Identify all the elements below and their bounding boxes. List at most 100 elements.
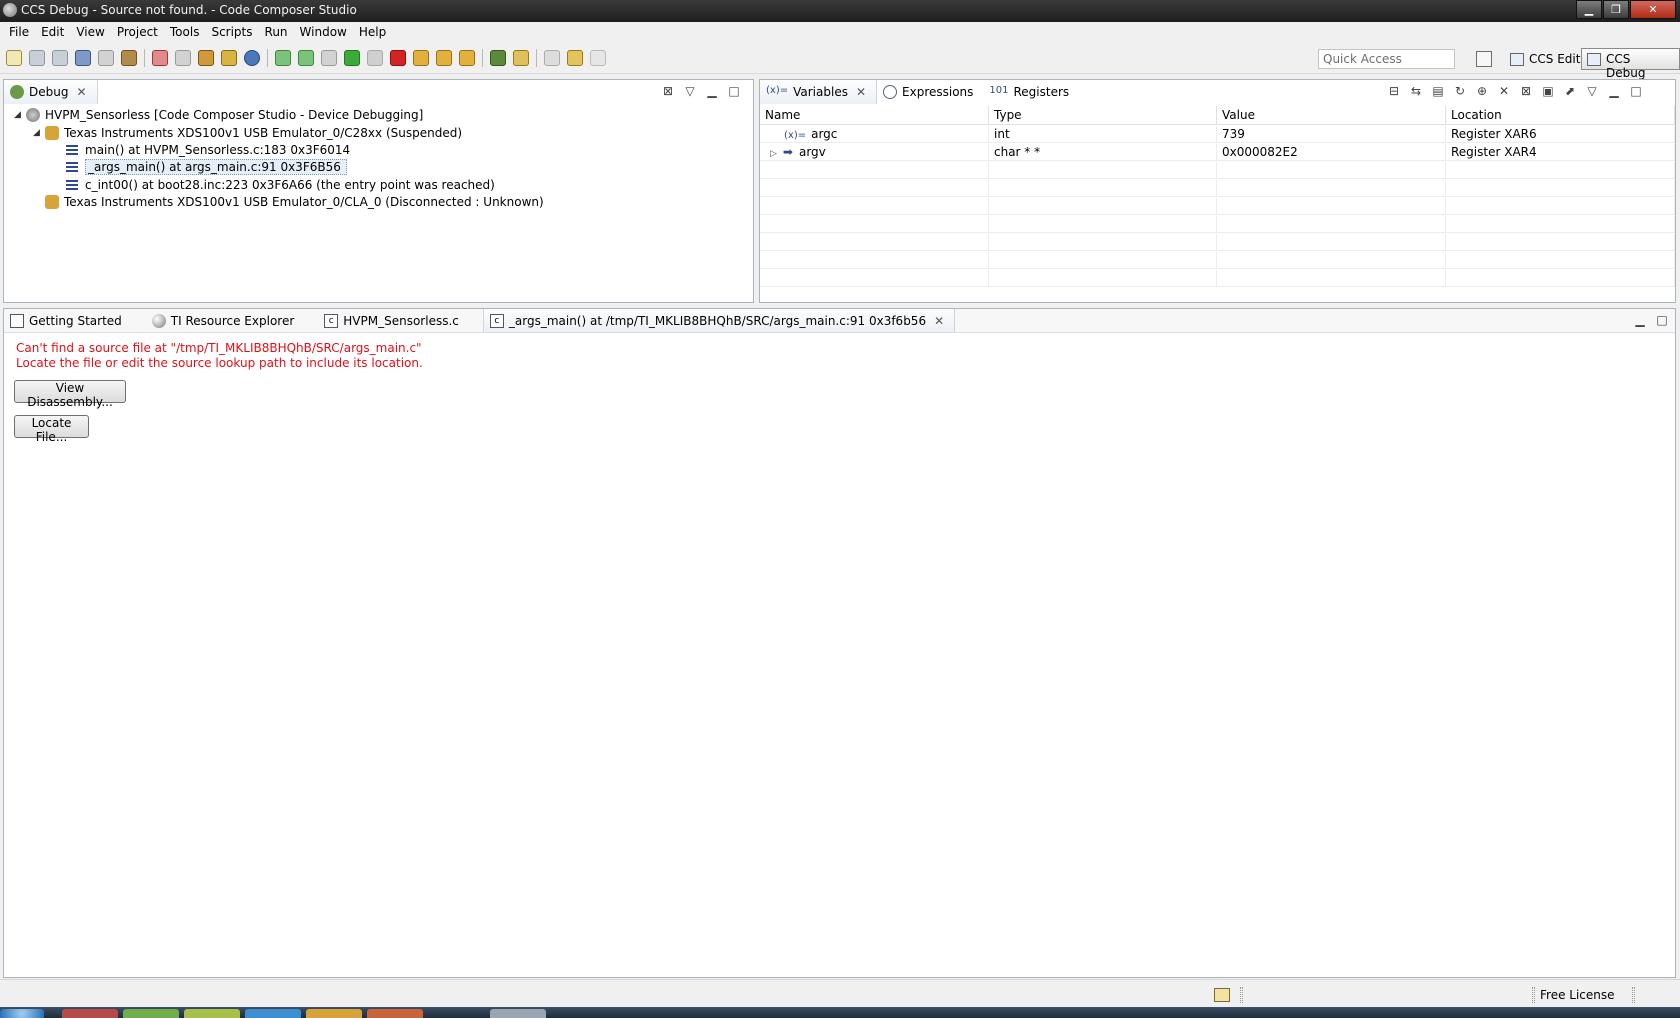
new-icon[interactable] (6, 50, 22, 66)
run-to-icon[interactable] (244, 50, 260, 66)
taskbar-app[interactable] (306, 1009, 362, 1018)
expand-icon[interactable]: ▷ (770, 149, 777, 159)
editor-area: Getting Started TI Resource Explorer c H… (3, 308, 1676, 978)
menu-help[interactable]: Help (353, 22, 392, 42)
locate-file-button[interactable]: Locate File... (14, 415, 89, 444)
maximize-icon[interactable]: □ (1628, 84, 1644, 100)
view-menu-icon[interactable]: ▽ (682, 84, 698, 100)
column-value[interactable]: Value (1217, 106, 1446, 124)
menu-tools[interactable]: Tools (164, 22, 206, 42)
open-perspective-icon[interactable] (1476, 51, 1492, 67)
minimize-icon[interactable]: ▁ (1632, 313, 1648, 329)
suspend-icon[interactable] (367, 50, 383, 66)
remove-launch-icon[interactable]: ⊠ (660, 84, 676, 100)
tab-getting-started[interactable]: Getting Started (4, 309, 132, 332)
tree-item-target-cla[interactable]: Texas Instruments XDS100v1 USB Emulator_… (45, 193, 544, 210)
collapse-all-icon[interactable]: ⊟ (1386, 84, 1402, 100)
view-disassembly-button[interactable]: View Disassembly... (14, 380, 126, 409)
tree-item-target-c28xx[interactable]: ◢ Texas Instruments XDS100v1 USB Emulato… (33, 124, 462, 141)
expressions-icon (883, 85, 898, 99)
remove-all-icon[interactable]: ⊠ (1518, 84, 1534, 100)
stack-frame-main[interactable]: main() at HVPM_Sensorless.c:183 0x3F6014 (66, 141, 350, 158)
stack-frame-c-int00[interactable]: c_int00() at boot28.inc:223 0x3F6A66 (th… (66, 176, 495, 193)
table-row (760, 270, 1675, 287)
remove-terminated-icon[interactable] (152, 50, 168, 66)
menu-view[interactable]: View (70, 22, 110, 42)
show-logical-structure-icon[interactable]: ▤ (1430, 84, 1446, 100)
close-icon[interactable]: ✕ (76, 85, 86, 99)
menu-edit[interactable]: Edit (35, 22, 70, 42)
table-row[interactable]: ▷ ➡ argv char * * 0x000082E2 Register XAR4 (760, 144, 1675, 161)
menu-window[interactable]: Window (294, 22, 353, 42)
view-menu-icon[interactable]: ▽ (1584, 84, 1600, 100)
taskbar-app[interactable] (367, 1009, 423, 1018)
step-into-icon[interactable] (275, 50, 291, 66)
reset-icon[interactable] (459, 50, 475, 66)
start-button[interactable] (0, 1009, 44, 1018)
column-type[interactable]: Type (989, 106, 1217, 124)
perspective-ccs-debug[interactable]: CCS Debug (1581, 48, 1680, 80)
menu-file[interactable]: File (3, 22, 35, 42)
bug-icon[interactable] (490, 50, 506, 66)
new-view-icon[interactable]: ▣ (1540, 84, 1556, 100)
taskbar-app[interactable] (245, 1009, 301, 1018)
forward-arrow-icon[interactable] (590, 50, 606, 66)
minimize-icon[interactable]: ▁ (704, 84, 720, 100)
column-name[interactable]: Name (760, 106, 989, 124)
menu-project[interactable]: Project (111, 22, 164, 42)
minimize-icon[interactable]: ▁ (1606, 84, 1622, 100)
restore-window-button[interactable]: ❐ (1603, 0, 1629, 19)
debug-config-icon[interactable] (75, 50, 91, 66)
tab-hvpm-sensorless-c[interactable]: c HVPM_Sensorless.c (318, 309, 469, 332)
pin-icon[interactable] (513, 50, 529, 66)
pin-view-icon[interactable]: ⬈ (1562, 84, 1578, 100)
back-arrow-icon[interactable] (567, 50, 583, 66)
tab-variables[interactable]: (x)= Variables ✕ (760, 80, 878, 104)
load-program-icon[interactable] (121, 50, 137, 66)
last-edit-location-icon[interactable] (544, 50, 560, 66)
table-row[interactable]: (x)= argc int 739 Register XAR6 (760, 126, 1675, 143)
terminate-icon[interactable] (390, 50, 406, 66)
tab-ti-resource-explorer[interactable]: TI Resource Explorer (146, 309, 305, 332)
tab-args-main-source[interactable]: c _args_main() at /tmp/TI_MKLIB8BHQhB/SR… (482, 309, 956, 332)
close-icon[interactable]: ✕ (934, 314, 944, 328)
tab-registers[interactable]: 101 Registers (983, 80, 1079, 104)
connect-target-icon[interactable] (198, 50, 214, 66)
taskbar-app[interactable] (62, 1009, 118, 1018)
close-window-button[interactable]: ✕ (1630, 0, 1676, 19)
show-type-names-icon[interactable]: ⇆ (1408, 84, 1424, 100)
build-icon[interactable] (98, 50, 114, 66)
refresh-icon[interactable]: ↻ (1452, 84, 1468, 100)
maximize-icon[interactable]: □ (726, 84, 742, 100)
column-location[interactable]: Location (1446, 106, 1675, 124)
stack-frame-args-main[interactable]: _args_main() at args_main.c:91 0x3F6B56 (66, 158, 347, 175)
status-icon[interactable] (1214, 988, 1230, 1002)
maximize-icon[interactable]: □ (1654, 313, 1670, 329)
tree-item-project[interactable]: ◢ HVPM_Sensorless [Code Composer Studio … (14, 106, 423, 123)
collapse-icon[interactable]: ◢ (14, 110, 26, 120)
menu-scripts[interactable]: Scripts (205, 22, 258, 42)
remove-icon[interactable]: ✕ (1496, 84, 1512, 100)
taskbar-app[interactable] (490, 1009, 546, 1018)
collapse-icon[interactable]: ◢ (33, 128, 45, 138)
assembly-step-into-icon[interactable] (413, 50, 429, 66)
step-return-icon[interactable] (321, 50, 337, 66)
assembly-step-over-icon[interactable] (436, 50, 452, 66)
resume-icon[interactable] (344, 50, 360, 66)
save-icon[interactable] (29, 50, 45, 66)
save-all-icon[interactable] (52, 50, 68, 66)
taskbar-app[interactable] (184, 1009, 240, 1018)
target-suspended-icon (45, 125, 59, 140)
tab-debug[interactable]: Debug ✕ (4, 80, 98, 104)
quick-access-input[interactable]: Quick Access (1318, 49, 1455, 69)
minimize-window-button[interactable]: ▁ (1576, 0, 1602, 19)
add-global-icon[interactable]: ⊕ (1474, 84, 1490, 100)
menu-run[interactable]: Run (259, 22, 294, 42)
taskbar-app[interactable] (123, 1009, 179, 1018)
tab-expressions[interactable]: Expressions (877, 80, 983, 104)
close-icon[interactable]: ✕ (856, 85, 866, 99)
remove-all-icon[interactable] (175, 50, 191, 66)
perspective-ccs-edit[interactable]: CCS Edit (1504, 48, 1587, 70)
step-over-icon[interactable] (298, 50, 314, 66)
restart-icon[interactable] (221, 50, 237, 66)
